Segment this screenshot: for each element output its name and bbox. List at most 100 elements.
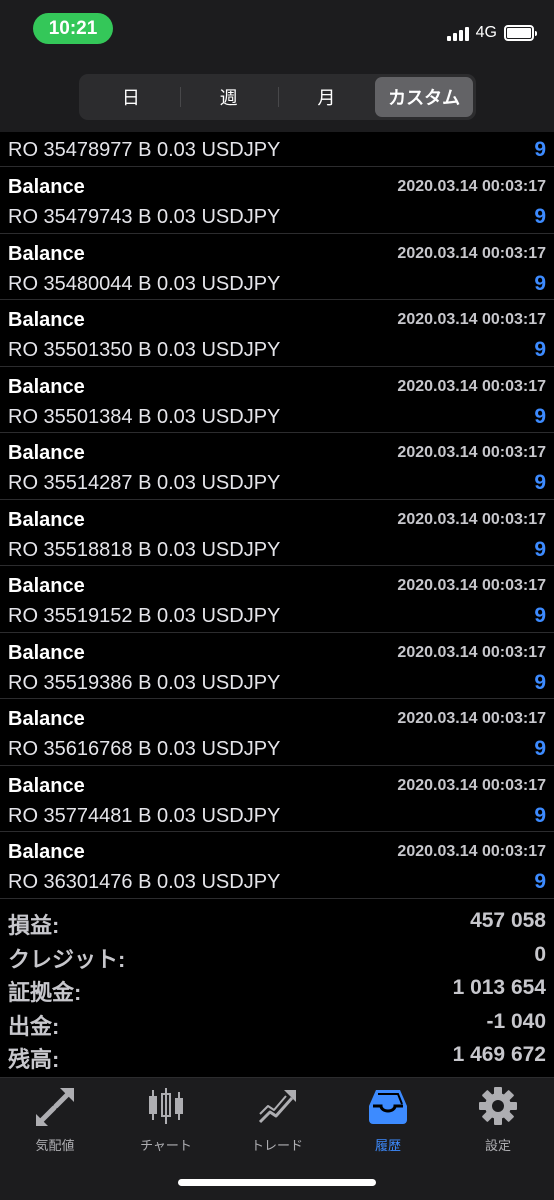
summary-value: 457 058 [470,909,546,932]
tab-label: トレード [250,1138,303,1153]
row-amount: 9 [534,271,546,295]
row-amount: 9 [534,471,546,494]
row-date: 2020.03.14 00:03:17 [397,776,546,794]
row-description: RO 35774481 B 0.03 USDJPY [8,804,281,827]
list-item[interactable]: Balance 2020.03.14 00:03:17 RO 35480044 B … [0,234,554,300]
segment-month[interactable]: 月 [277,77,376,117]
list-item[interactable]: Balance 2020.03.14 00:03:17 RO 35501384 B … [0,367,554,433]
row-date: 2020.03.14 00:03:17 [397,311,546,328]
network-type: 4G [475,24,497,41]
row-amount: 9 [534,205,546,228]
row-date: 2020.03.14 00:03:17 [397,577,546,594]
tab-trade[interactable]: トレード [222,1086,332,1156]
row-amount: 9 [534,138,546,161]
summary-profit: 損益: 457 058 [0,904,554,938]
gear-icon [479,1087,517,1125]
row-date: 2020.03.14 00:03:17 [397,510,546,528]
history-screen: 10:21 4G 日 週 月 カスタム RO 35478977 B 0.03 U… [0,0,554,1200]
list-item[interactable]: Balance 2020.03.14 00:03:17 RO 35616768 B … [0,699,554,766]
row-type: Balance [8,309,85,331]
row-amount: 9 [534,604,546,627]
summary-value: 1 469 672 [452,1043,546,1067]
history-rows: Balance 2020.03.14 00:03:17 RO 35479743 B … [0,167,554,899]
tab-label: 履歴 [374,1138,401,1153]
summary-label: 残高: [8,1047,60,1073]
row-amount: 9 [534,404,546,428]
list-item[interactable]: Balance 2020.03.14 00:03:17 RO 36301476 B … [0,832,554,899]
tab-chart[interactable]: チャート [111,1086,221,1156]
row-description: RO 36301476 B 0.03 USDJPY [8,871,281,893]
list-item[interactable]: RO 35478977 B 0.03 USDJPY 9 [0,132,554,167]
header: 10:21 4G 日 週 月 カスタム [0,0,554,132]
row-description: RO 35478977 B 0.03 USDJPY [8,139,281,161]
period-segmented-control: 日 週 月 カスタム [79,74,476,120]
home-indicator[interactable] [178,1179,376,1186]
status-time[interactable]: 10:21 [33,13,113,44]
row-type: Balance [8,641,85,664]
row-amount: 9 [534,737,546,760]
row-date: 2020.03.14 00:03:17 [397,710,546,727]
row-type: Balance [8,242,85,265]
account-summary: 損益: 457 058 クレジット: 0 証拠金: 1 013 654 出金: … [0,904,554,1072]
list-item[interactable]: Balance 2020.03.14 00:03:17 RO 35774481 B … [0,766,554,832]
row-amount: 9 [534,870,546,893]
list-item[interactable]: Balance 2020.03.14 00:03:17 RO 35479743 B … [0,167,554,234]
row-type: Balance [8,774,85,797]
tab-history[interactable]: 履歴 [333,1086,443,1156]
cellular-signal-icon [446,25,469,41]
row-type: Balance [8,575,85,597]
summary-label: クレジット: [8,946,126,972]
row-amount: 9 [534,537,546,561]
list-item[interactable]: Balance 2020.03.14 00:03:17 RO 35514287 B … [0,433,554,500]
row-date: 2020.03.14 00:03:17 [397,643,546,661]
row-date: 2020.03.14 00:03:17 [397,377,546,395]
row-date: 2020.03.14 00:03:17 [397,178,546,195]
list-item[interactable]: Balance 2020.03.14 00:03:17 RO 35519386 B … [0,633,554,699]
row-description: RO 35514287 B 0.03 USDJPY [8,472,281,494]
row-description: RO 35480044 B 0.03 USDJPY [8,272,281,295]
segment-day[interactable]: 日 [82,77,180,117]
row-type: Balance [8,375,85,398]
summary-withdrawal: 出金: -1 040 [0,1005,554,1039]
row-type: Balance [8,708,85,730]
row-type: Balance [8,442,85,464]
row-amount: 9 [534,803,546,827]
row-amount: 9 [534,338,546,361]
segment-week[interactable]: 週 [179,77,278,117]
summary-value: 1 013 654 [452,976,546,1000]
row-date: 2020.03.14 00:03:17 [397,444,546,461]
quotes-arrows-icon [36,1088,74,1126]
summary-credit: クレジット: 0 [0,938,554,972]
row-date: 2020.03.14 00:03:17 [397,244,546,262]
tab-label: 設定 [484,1138,511,1153]
tab-label: 気配値 [35,1138,75,1153]
history-list[interactable]: RO 35478977 B 0.03 USDJPY 9 Balance 2020.… [0,132,554,899]
segment-custom[interactable]: カスタム [375,77,473,117]
row-description: RO 35519152 B 0.03 USDJPY [8,605,281,627]
row-date: 2020.03.14 00:03:17 [397,843,546,860]
summary-label: 出金: [8,1013,60,1039]
summary-balance: 残高: 1 469 672 [0,1038,554,1072]
row-type: Balance [8,841,85,863]
list-item[interactable]: Balance 2020.03.14 00:03:17 RO 35501350 B … [0,300,554,367]
battery-icon [504,25,537,41]
row-type: Balance [8,176,85,198]
list-item[interactable]: Balance 2020.03.14 00:03:17 RO 35519152 B … [0,566,554,633]
list-item[interactable]: Balance 2020.03.14 00:03:17 RO 35518818 B … [0,500,554,566]
row-description: RO 35518818 B 0.03 USDJPY [8,538,281,561]
trade-trend-icon [258,1090,296,1124]
row-description: RO 35519386 B 0.03 USDJPY [8,671,281,694]
row-amount: 9 [534,670,546,694]
row-description: RO 35501384 B 0.03 USDJPY [8,405,281,428]
summary-label: 証拠金: [8,980,82,1006]
row-description: RO 35616768 B 0.03 USDJPY [8,738,281,760]
summary-value: 0 [534,942,546,966]
status-indicators: 4G [446,22,537,44]
tab-label: チャート [140,1138,192,1153]
row-description: RO 35501350 B 0.03 USDJPY [8,339,281,361]
tab-settings[interactable]: 設定 [443,1086,553,1156]
summary-value: -1 040 [486,1009,546,1033]
tab-quotes[interactable]: 気配値 [0,1086,110,1156]
candlestick-chart-icon [149,1088,183,1124]
row-type: Balance [8,508,85,531]
